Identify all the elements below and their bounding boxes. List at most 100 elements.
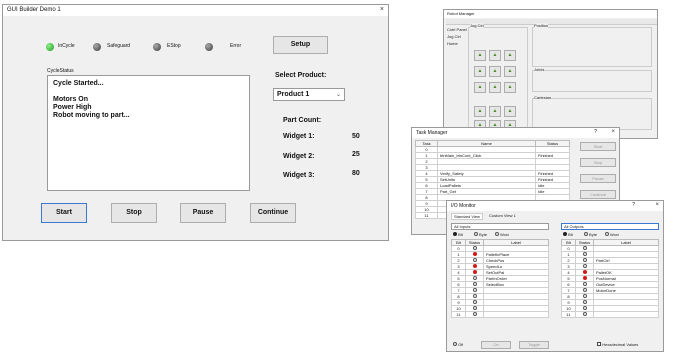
jog-button[interactable]: ▲: [474, 82, 486, 93]
jog-button[interactable]: ▲: [489, 82, 501, 93]
io-monitor-window: I/O Monitor ? × Standard View Custom Vie…: [446, 200, 664, 352]
io-row[interactable]: 11: [451, 311, 549, 318]
status-off-icon[interactable]: [472, 312, 477, 316]
status-off-icon[interactable]: [472, 282, 477, 286]
task-pause-button[interactable]: Pause: [580, 174, 616, 183]
status-off-icon[interactable]: [582, 306, 587, 310]
jog-button[interactable]: ▲: [504, 66, 516, 77]
status-on-icon[interactable]: [472, 252, 477, 256]
jog-button[interactable]: ▲: [474, 66, 486, 77]
status-off-icon[interactable]: [582, 300, 587, 304]
radio-byte-icon[interactable]: [473, 232, 478, 236]
io-status-cell: [465, 311, 484, 318]
continue-button[interactable]: Continue: [250, 203, 296, 223]
task-pause-label: Pause: [592, 176, 604, 181]
setup-button[interactable]: Setup: [273, 36, 328, 54]
help-icon[interactable]: ?: [594, 129, 597, 135]
robot-tab[interactable]: Jog Ctrl: [447, 34, 461, 39]
off-radio-icon[interactable]: [453, 342, 457, 346]
cycle-status-label: CycleStatus: [47, 68, 74, 74]
tab-standard-view[interactable]: Standard View: [451, 213, 483, 220]
status-off-icon[interactable]: [582, 312, 587, 316]
jog-button[interactable]: ▲: [474, 106, 486, 117]
task-start-label: Start: [593, 144, 603, 149]
status-off-icon[interactable]: [472, 306, 477, 310]
status-off-icon[interactable]: [582, 282, 587, 286]
close-button[interactable]: ×: [380, 6, 384, 13]
status-off-icon[interactable]: [472, 294, 477, 298]
status-off-icon[interactable]: [472, 246, 477, 250]
cycle-status-textbox[interactable]: Cycle Started... Motors On Power High Ro…: [47, 75, 250, 191]
help-icon[interactable]: ?: [632, 202, 635, 208]
tab-custom-view[interactable]: Custom View 1: [487, 213, 518, 218]
jog-button[interactable]: ▲: [489, 106, 501, 117]
status-off-icon[interactable]: [582, 252, 587, 256]
widget-1-value: 50: [352, 133, 360, 140]
io-monitor-title: I/O Monitor: [451, 203, 476, 209]
task-continue-button[interactable]: Continue: [580, 190, 616, 199]
status-on-icon[interactable]: [582, 276, 587, 280]
product-select[interactable]: Product 1 ⌄: [273, 88, 345, 101]
status-off-icon[interactable]: [582, 264, 587, 268]
cartesian-panel: [532, 98, 652, 130]
task-manager-title: Task Manager: [416, 130, 448, 136]
status-off-icon[interactable]: [582, 246, 587, 250]
status-line: Power High: [53, 104, 92, 111]
io-on-button[interactable]: On: [481, 341, 511, 349]
jog-button[interactable]: ▲: [489, 66, 501, 77]
status-off-icon[interactable]: [582, 288, 587, 292]
arrow-icon: ▲: [492, 108, 498, 114]
radio-bit-label: Bit: [568, 232, 573, 237]
arrow-icon: ▲: [507, 108, 513, 114]
robot-tab[interactable]: Cntrl Panel: [447, 27, 467, 32]
robot-tab[interactable]: Home: [447, 41, 458, 46]
task-stop-button[interactable]: Stop: [580, 158, 616, 167]
window-title: GUI Builder Demo 1: [7, 7, 61, 13]
status-on-icon[interactable]: [582, 270, 587, 274]
close-icon[interactable]: ×: [655, 202, 659, 208]
io-row[interactable]: 11: [561, 311, 659, 318]
safeguard-label: Safeguard: [107, 43, 131, 49]
jog-button[interactable]: ▲: [504, 50, 516, 61]
pause-button[interactable]: Pause: [180, 203, 226, 223]
radio-bit-selected-icon[interactable]: [453, 232, 457, 236]
task-start-button[interactable]: Start: [580, 142, 616, 151]
status-on-icon[interactable]: [472, 264, 477, 268]
status-off-icon[interactable]: [472, 300, 477, 304]
jog-button[interactable]: ▲: [474, 50, 486, 61]
jog-group-label: Jog Ctrl: [470, 23, 484, 28]
io-status-cell: [575, 311, 594, 318]
start-button[interactable]: Start: [41, 203, 87, 223]
io-bit: 11: [561, 311, 576, 318]
outputs-select[interactable]: All Outputs: [561, 223, 659, 230]
jog-button[interactable]: ▲: [504, 106, 516, 117]
status-off-icon[interactable]: [582, 258, 587, 262]
radio-word-label: Word: [499, 232, 510, 237]
status-off-icon[interactable]: [582, 294, 587, 298]
status-on-icon[interactable]: [472, 270, 477, 274]
joints-group-label: Joints: [534, 67, 545, 72]
status-off-icon[interactable]: [472, 258, 477, 262]
radio-word-icon[interactable]: [604, 232, 609, 236]
arrow-icon: ▲: [477, 84, 483, 90]
io-toggle-button[interactable]: Toggle: [519, 341, 549, 349]
status-off-icon[interactable]: [472, 276, 477, 280]
jog-button[interactable]: ▲: [504, 82, 516, 93]
hex-checkbox[interactable]: [597, 342, 601, 346]
close-icon[interactable]: ×: [611, 129, 615, 135]
stop-button[interactable]: Stop: [111, 203, 157, 223]
status-line: [53, 88, 244, 96]
radio-word-icon[interactable]: [494, 232, 499, 236]
estop-indicator-icon: [153, 43, 161, 51]
inputs-select[interactable]: All Inputs: [451, 223, 549, 230]
main-window: GUI Builder Demo 1 × InCycle Safeguard E…: [2, 4, 389, 241]
jog-button[interactable]: ▲: [489, 50, 501, 61]
robot-manager-title: Robot Manager: [447, 11, 475, 16]
hex-label: Hexadecimal Values: [602, 342, 639, 347]
radio-byte-label: Byte: [479, 232, 488, 237]
radio-bit-selected-icon[interactable]: [563, 232, 567, 236]
product-selected-value: Product 1: [277, 91, 310, 98]
status-off-icon[interactable]: [472, 288, 477, 292]
radio-byte-icon[interactable]: [583, 232, 588, 236]
start-label: Start: [56, 209, 72, 216]
